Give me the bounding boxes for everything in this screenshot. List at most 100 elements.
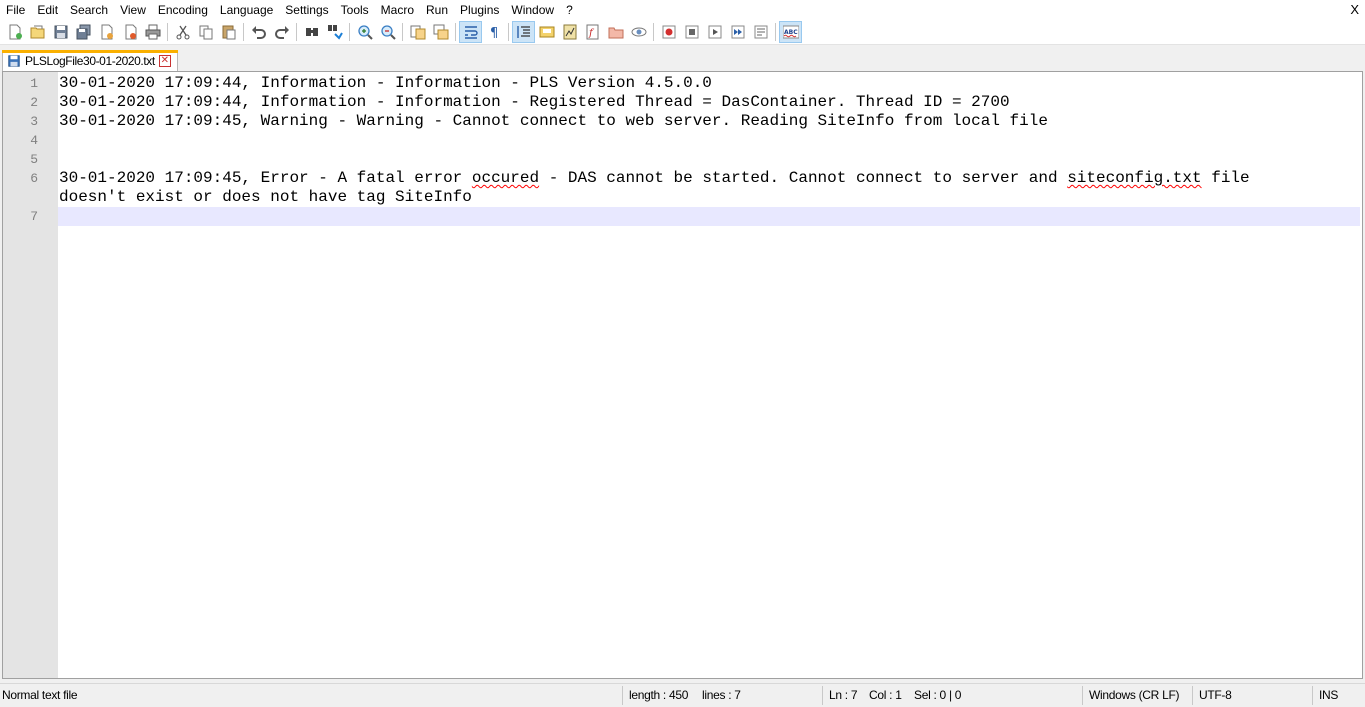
column-position-status: Col : 1 [869,688,902,702]
active-tab-indicator [2,50,178,53]
monitoring-icon [631,27,646,37]
menu-language[interactable]: Language [214,0,279,20]
status-divider [1082,686,1083,705]
status-divider [1192,686,1193,705]
save-all-button[interactable] [72,21,95,43]
document-map-button[interactable] [558,21,581,43]
run-macro-multiple-button[interactable] [726,21,749,43]
line-number: 4 [30,133,38,148]
play-macro-icon [708,25,721,39]
menu-settings[interactable]: Settings [279,0,334,20]
spell-check-icon: ABC [782,25,799,39]
menu-plugins[interactable]: Plugins [454,0,505,20]
run-macro-multiple-icon [731,25,744,39]
function-list-button[interactable]: f [581,21,604,43]
tab-plslogfile[interactable]: PLSLogFile30-01-2020.txt ✕ [2,50,178,71]
indent-guide-button[interactable] [512,21,535,43]
play-macro-button[interactable] [703,21,726,43]
show-all-characters-button[interactable]: ¶ [482,21,505,43]
indent-guide-icon [516,26,530,38]
new-file-button[interactable] [3,21,26,43]
define-language-button[interactable] [535,21,558,43]
line-position-status: Ln : 7 [829,688,858,702]
copy-button[interactable] [194,21,217,43]
record-macro-button[interactable] [657,21,680,43]
toolbar-separator [653,23,654,41]
line-number-gutter: 1 2 3 4 5 6 7 [3,72,58,678]
status-bar: Normal text file length : 450 lines : 7 … [0,683,1365,707]
selection-status: Sel : 0 | 0 [914,688,962,702]
menu-tools[interactable]: Tools [335,0,375,20]
line-number: 5 [30,152,38,167]
code-text: - DAS cannot be started. Cannot connect … [539,169,1068,187]
length-status: length : 450 [629,688,689,702]
zoom-out-icon [380,25,396,40]
menu-macro[interactable]: Macro [375,0,420,20]
menu-view[interactable]: View [114,0,152,20]
save-macro-button[interactable] [749,21,772,43]
menu-search[interactable]: Search [64,0,114,20]
code-area[interactable]: 30-01-2020 17:09:44, Information - Infor… [58,72,1362,678]
paste-button[interactable] [217,21,240,43]
folder-as-workspace-icon [608,27,623,39]
undo-button[interactable] [247,21,270,43]
menu-help[interactable]: ? [560,0,579,20]
toolbar-separator [296,23,297,41]
zoom-in-button[interactable] [353,21,376,43]
code-line: 30-01-2020 17:09:45, Error - A fatal err… [58,169,1360,188]
code-line: 30-01-2020 17:09:44, Information - Infor… [59,74,712,92]
new-file-icon [9,24,22,40]
find-button[interactable] [300,21,323,43]
word-wrap-icon [464,26,478,39]
file-type-status: Normal text file [2,688,78,702]
save-icon [54,25,67,39]
tab-close-icon[interactable]: ✕ [158,55,171,67]
toolbar-separator [167,23,168,41]
spell-check-button[interactable]: ABC [779,21,802,43]
menu-window[interactable]: Window [505,0,560,20]
svg-text:¶: ¶ [490,26,498,40]
folder-as-workspace-button[interactable] [604,21,627,43]
menu-run[interactable]: Run [420,0,454,20]
sync-vertical-icon [410,25,425,40]
sync-vertical-button[interactable] [406,21,429,43]
close-icon [101,24,113,40]
word-wrap-button[interactable] [459,21,482,43]
eol-format-status[interactable]: Windows (CR LF) [1089,684,1179,707]
document-map-icon [563,24,576,40]
cut-button[interactable] [171,21,194,43]
toolbar-separator [775,23,776,41]
code-line-wrapped: doesn't exist or does not have tag SiteI… [59,188,472,206]
stop-recording-button[interactable] [680,21,703,43]
text-editor[interactable]: 1 2 3 4 5 6 7 30-01-2020 17:09:44, Infor… [2,71,1363,679]
save-macro-icon [754,25,767,39]
zoom-out-button[interactable] [376,21,399,43]
zoom-in-icon [357,25,373,40]
encoding-status[interactable]: UTF-8 [1199,684,1232,707]
misspelled-word: occured [471,169,540,187]
status-divider [1312,686,1313,705]
open-file-icon [30,25,44,39]
close-document-button[interactable]: X [1350,0,1359,20]
replace-icon [327,25,343,40]
monitoring-button[interactable] [627,21,650,43]
open-file-button[interactable] [26,21,49,43]
toolbar-separator [508,23,509,41]
save-button[interactable] [49,21,72,43]
redo-button[interactable] [270,21,293,43]
toolbar-separator [402,23,403,41]
insert-mode-status: INS [1319,688,1339,702]
menu-file[interactable]: File [0,0,31,20]
menu-bar: File Edit Search View Encoding Language … [0,0,1365,20]
sync-horizontal-button[interactable] [429,21,452,43]
menu-edit[interactable]: Edit [31,0,64,20]
misspelled-word: siteconfig.txt [1067,169,1202,187]
menu-encoding[interactable]: Encoding [152,0,214,20]
stop-recording-icon [685,25,698,39]
close-button[interactable] [95,21,118,43]
print-button[interactable] [141,21,164,43]
replace-button[interactable] [323,21,346,43]
paste-icon [222,25,235,40]
close-all-button[interactable] [118,21,141,43]
code-text: 30-01-2020 17:09:45, Error - A fatal err… [59,169,472,187]
